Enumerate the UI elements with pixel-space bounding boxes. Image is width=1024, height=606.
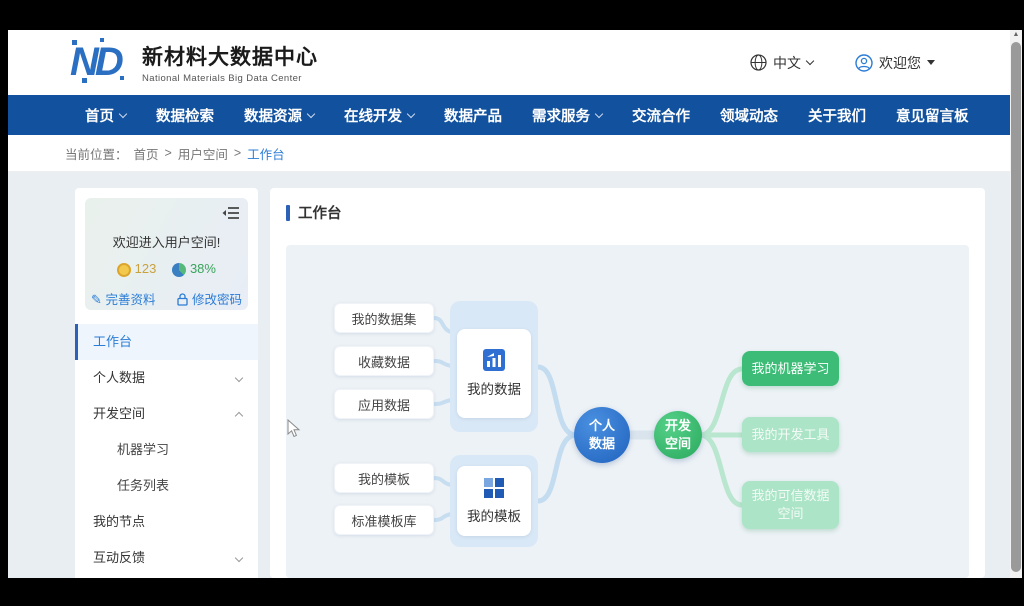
title-accent-bar — [286, 205, 290, 221]
nav-item-demand-services[interactable]: 需求服务 — [532, 105, 602, 126]
points-stat: 123 — [117, 261, 156, 277]
site-header: ND 新材料大数据中心 National Materials Big Data … — [8, 30, 1010, 95]
user-icon — [855, 54, 873, 72]
user-menu[interactable]: 欢迎您 — [855, 53, 935, 73]
node-applied-data[interactable]: 应用数据 — [334, 389, 434, 419]
node-my-templates[interactable]: 我的模板 — [334, 463, 434, 493]
completion-stat: 38% — [172, 261, 216, 277]
pencil-icon: ✎ — [91, 292, 102, 307]
node-my-trusted-data-space[interactable]: 我的可信数据空间 — [742, 481, 839, 529]
coin-icon — [117, 263, 131, 277]
breadcrumb-separator: > — [234, 146, 241, 160]
group-my-data-label: 我的数据 — [467, 378, 521, 398]
logo[interactable]: ND 新材料大数据中心 National Materials Big Data … — [70, 38, 318, 86]
sidebar-item-machine-learning[interactable]: 机器学习 — [75, 432, 258, 468]
nav-item-data-search[interactable]: 数据检索 — [156, 105, 214, 126]
breadcrumb-current: 工作台 — [247, 144, 285, 163]
nav-item-feedback-board[interactable]: 意见留言板 — [896, 105, 969, 126]
welcome-label: 欢迎您 — [879, 53, 921, 73]
language-selector[interactable]: 中文 — [750, 53, 813, 73]
chart-icon — [483, 349, 505, 371]
nav-item-about-us[interactable]: 关于我们 — [808, 105, 866, 126]
nav-item-data-products[interactable]: 数据产品 — [444, 105, 502, 126]
chevron-down-icon — [235, 374, 243, 382]
lock-icon — [177, 293, 188, 306]
chevron-down-icon — [407, 109, 415, 117]
node-standard-template-lib[interactable]: 标准模板库 — [334, 505, 434, 535]
panel-title: 工作台 — [270, 188, 985, 223]
user-card: 欢迎进入用户空间! 123 38% ✎ 完善资料 修 — [85, 198, 248, 310]
globe-icon — [750, 54, 767, 71]
nav-item-online-dev[interactable]: 在线开发 — [344, 105, 414, 126]
site-subtitle: National Materials Big Data Center — [142, 73, 318, 84]
sidebar-item-task-list[interactable]: 任务列表 — [75, 468, 258, 504]
page-content: ND 新材料大数据中心 National Materials Big Data … — [8, 30, 1010, 578]
panel-title-text: 工作台 — [298, 202, 342, 223]
group-my-templates[interactable]: 我的模板 — [450, 455, 538, 547]
node-personal-data-root[interactable]: 个人数据 — [574, 407, 630, 463]
site-title-block: 新材料大数据中心 National Materials Big Data Cen… — [142, 41, 318, 84]
points-value: 123 — [135, 261, 157, 276]
sidebar-item-interactive-feedback[interactable]: 互动反馈 — [75, 540, 258, 576]
sidebar-item-my-nodes[interactable]: 我的节点 — [75, 504, 258, 540]
chevron-down-icon — [119, 109, 127, 117]
mouse-cursor — [287, 419, 301, 438]
breadcrumb-prefix: 当前位置： — [65, 144, 128, 163]
collapse-sidebar-icon[interactable] — [222, 206, 240, 225]
breadcrumb-separator: > — [165, 146, 172, 160]
workbench-panel: 工作台 — [270, 188, 985, 578]
sidebar-item-dev-space[interactable]: 开发空间 — [75, 396, 258, 432]
user-welcome-text: 欢迎进入用户空间! — [85, 232, 248, 251]
chevron-down-icon — [595, 109, 603, 117]
node-my-machine-learning[interactable]: 我的机器学习 — [742, 351, 839, 386]
dropdown-arrow-icon — [927, 60, 935, 65]
chevron-down-icon — [307, 109, 315, 117]
page-body: 欢迎进入用户空间! 123 38% ✎ 完善资料 修 — [8, 172, 1010, 578]
site-title: 新材料大数据中心 — [142, 41, 318, 71]
nav-item-exchange[interactable]: 交流合作 — [632, 105, 690, 126]
scrollbar-thumb[interactable] — [1011, 42, 1021, 572]
scroll-up-arrow-icon[interactable]: ▲ — [1010, 31, 1022, 38]
main-nav: 首页 数据检索 数据资源 在线开发 数据产品 需求服务 交流合作 领域动态 关于… — [8, 95, 1010, 135]
browser-viewport: ND 新材料大数据中心 National Materials Big Data … — [8, 30, 1022, 578]
group-my-data[interactable]: 我的数据 — [450, 301, 538, 432]
chevron-down-icon — [235, 554, 243, 562]
nav-item-home[interactable]: 首页 — [85, 105, 126, 126]
template-grid-icon — [484, 478, 504, 498]
chevron-up-icon — [235, 412, 243, 420]
sidebar-item-personal-data[interactable]: 个人数据 — [75, 360, 258, 396]
node-my-datasets[interactable]: 我的数据集 — [334, 303, 434, 333]
nav-item-data-resources[interactable]: 数据资源 — [244, 105, 314, 126]
breadcrumb: 当前位置： 首页 > 用户空间 > 工作台 — [8, 135, 1010, 172]
chevron-down-icon — [806, 57, 814, 65]
completion-pie-icon — [172, 263, 186, 277]
node-dev-space-root[interactable]: 开发空间 — [654, 411, 702, 459]
sidebar-item-workbench[interactable]: 工作台 — [75, 324, 258, 360]
complete-profile-link[interactable]: ✎ 完善资料 — [91, 289, 155, 308]
node-my-dev-tools[interactable]: 我的开发工具 — [742, 417, 839, 452]
user-card-links: ✎ 完善资料 修改密码 — [85, 289, 248, 308]
completion-value: 38% — [190, 261, 216, 276]
group-my-templates-label: 我的模板 — [467, 505, 521, 525]
logo-icon: ND — [70, 38, 128, 86]
header-controls: 中文 欢迎您 — [750, 30, 935, 95]
node-favorite-data[interactable]: 收藏数据 — [334, 346, 434, 376]
user-stats: 123 38% — [85, 261, 248, 277]
sidebar: 欢迎进入用户空间! 123 38% ✎ 完善资料 修 — [75, 188, 258, 578]
language-label: 中文 — [773, 53, 801, 73]
vertical-scrollbar[interactable]: ▲ — [1010, 30, 1022, 578]
breadcrumb-user-space[interactable]: 用户空间 — [178, 144, 228, 163]
nav-item-domain-news[interactable]: 领域动态 — [720, 105, 778, 126]
breadcrumb-home[interactable]: 首页 — [134, 144, 159, 163]
sidebar-menu: 工作台 个人数据 开发空间 机器学习 任务列表 我的节点 互动反馈 — [75, 324, 258, 576]
change-password-link[interactable]: 修改密码 — [177, 289, 242, 308]
mindmap-canvas[interactable]: 我的数据集 收藏数据 应用数据 我的数据 — [286, 245, 969, 578]
